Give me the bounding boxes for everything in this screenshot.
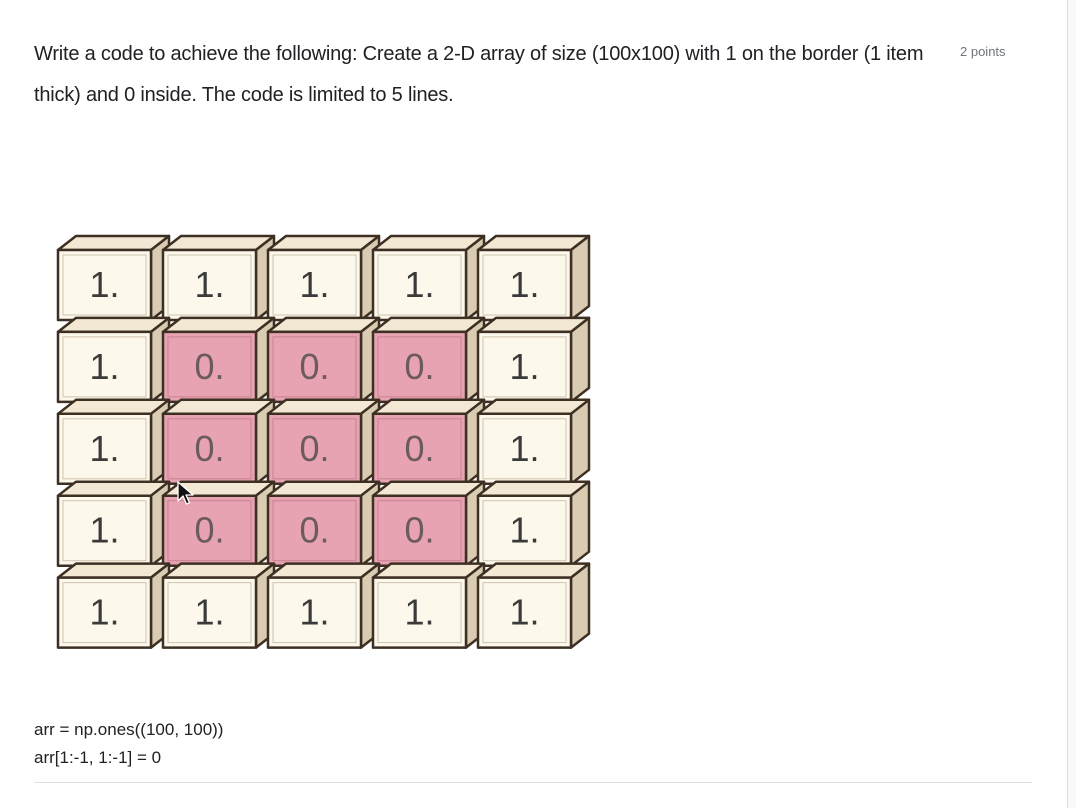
cell-value-label: 1. [89,428,119,469]
cell-value-label: 0. [404,428,434,469]
cell-value-label: 0. [299,346,329,387]
cell-value-label: 1. [89,592,119,633]
cell-value-label: 1. [509,428,539,469]
question-title: Write a code to achieve the following: C… [34,43,924,106]
array-grid-diagram: 1. 1. 1. 1. 1. 1. 0. 0. 0. 1. 1. 0. 0. 0. 1. 1. 0. 0. 0. 1.… [56,234,591,649]
cell-value-label: 0. [404,346,434,387]
form-question-page: Write a code to achieve the following: C… [0,0,1076,808]
cell-value-label: 0. [194,510,224,551]
cell-value-label: 1. [509,510,539,551]
cube-side-face [569,562,591,649]
cell-value-label: 1. [299,264,329,305]
cube-side-face [569,398,591,486]
cell-value-label: 1. [89,346,119,387]
cell-value-label: 1. [404,592,434,633]
cube-side-face [569,480,591,567]
cell-value-label: 0. [194,346,224,387]
cell-value-label: 1. [89,510,119,551]
points-label: 2 points [960,44,1006,59]
cube-side-face [569,234,591,322]
cell-value-label: 0. [299,428,329,469]
cell-value-label: 1. [299,592,329,633]
cell-value-label: 0. [194,428,224,469]
cube-side-face [569,316,591,404]
cell-value-label: 1. [89,264,119,305]
cell-value-label: 1. [509,346,539,387]
cell-value-label: 1. [404,264,434,305]
answer-line-1: arr = np.ones((100, 100)) [34,720,224,739]
answer-line-2: arr[1:-1, 1:-1] = 0 [34,748,162,767]
cell-value-label: 1. [194,592,224,633]
cell-value-label: 0. [299,510,329,551]
answer-text[interactable]: arr = np.ones((100, 100)) arr[1:-1, 1:-1… [34,716,223,772]
cell-value-label: 1. [509,592,539,633]
cell-value-label: 0. [404,510,434,551]
answer-underline [34,782,1032,783]
mouse-pointer-icon [177,481,195,512]
cell-value-label: 1. [194,264,224,305]
array-illustration: 1. 1. 1. 1. 1. 1. 0. 0. 0. 1. 1. 0. 0. 0. 1. 1. 0. 0. 0. 1.… [50,222,610,667]
question-header: Write a code to achieve the following: C… [34,34,1044,116]
cell-value-label: 1. [509,264,539,305]
card-edge [1067,0,1076,808]
